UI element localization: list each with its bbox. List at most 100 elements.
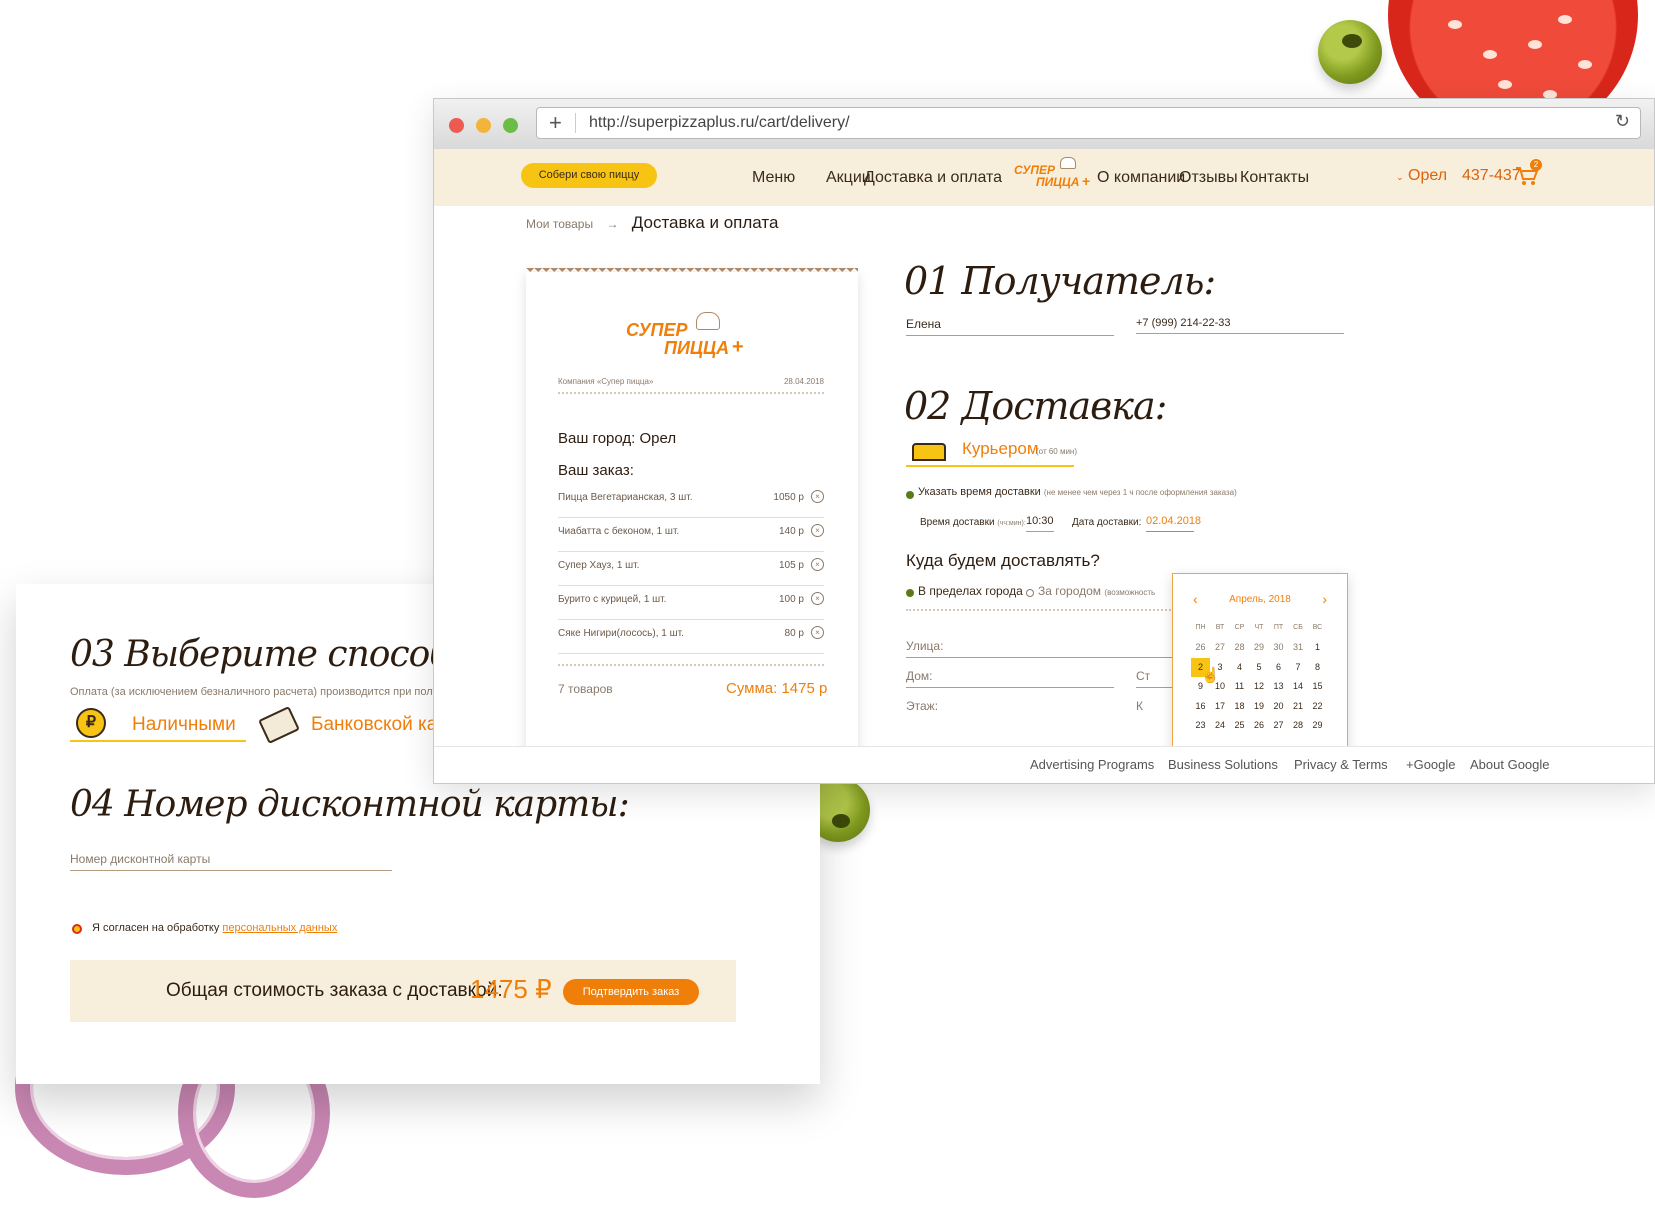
site-header: Собери свою пиццу Меню Акции Доставка и … <box>434 149 1654 206</box>
summary-label: Общая стоимость заказа с доставкой: <box>166 980 503 1001</box>
remove-item-icon[interactable]: × <box>811 626 824 639</box>
bank-card-icon <box>258 706 300 744</box>
payment-option-cash[interactable]: ₽ Наличными <box>70 708 246 742</box>
footer-link-business[interactable]: Business Solutions <box>1168 757 1278 772</box>
personal-data-link[interactable]: персональных данных <box>222 922 337 934</box>
calendar-day[interactable]: 7 <box>1289 658 1308 677</box>
remove-item-icon[interactable]: × <box>811 490 824 503</box>
nav-about[interactable]: О компании <box>1097 169 1185 187</box>
calendar-day[interactable]: 6 <box>1269 658 1288 677</box>
out-city-radio[interactable] <box>1026 589 1034 597</box>
calendar-day[interactable]: 29 <box>1308 716 1327 735</box>
payment-option-card[interactable]: Банковской карт <box>256 706 456 744</box>
cart-icon[interactable]: 2 <box>1514 159 1542 189</box>
calendar-day[interactable]: 28 <box>1289 716 1308 735</box>
breadcrumb-parent[interactable]: Мои товары <box>526 217 593 231</box>
calendar-day[interactable]: 27 <box>1211 638 1230 657</box>
browser-footer: Advertising Programs Business Solutions … <box>434 746 1654 783</box>
receipt-zigzag-edge <box>526 268 858 276</box>
confirm-order-button[interactable]: Подтвердить заказ <box>563 979 699 1005</box>
nav-reviews[interactable]: Отзывы <box>1179 169 1238 187</box>
footer-link-google-plus[interactable]: +Google <box>1406 757 1456 772</box>
nav-contacts[interactable]: Контакты <box>1240 169 1309 187</box>
nav-delivery-payment[interactable]: Доставка и оплата <box>864 169 1002 187</box>
phone-number[interactable]: 437-437 <box>1462 167 1521 185</box>
calendar-day[interactable]: 13 <box>1269 677 1288 696</box>
close-window-button[interactable] <box>449 118 464 133</box>
calendar-day[interactable]: 20 <box>1269 697 1288 716</box>
floor-input[interactable]: Этаж: <box>906 699 1114 717</box>
receipt-logo-line-2: ПИЦЦА <box>664 338 730 358</box>
calendar-day[interactable]: 14 <box>1289 677 1308 696</box>
remove-item-icon[interactable]: × <box>811 524 824 537</box>
footer-link-about[interactable]: About Google <box>1470 757 1550 772</box>
site-logo[interactable]: СУПЕР ПИЦЦА + <box>1014 157 1100 199</box>
build-pizza-button[interactable]: Собери свою пиццу <box>521 163 657 188</box>
calendar-day[interactable]: 24 <box>1211 716 1230 735</box>
remove-item-icon[interactable]: × <box>811 558 824 571</box>
calendar-weekday: ВС <box>1312 624 1323 631</box>
chef-hat-icon <box>1060 157 1076 169</box>
new-tab-plus-icon[interactable]: + <box>549 110 562 136</box>
calendar-day[interactable]: 19 <box>1250 697 1269 716</box>
calendar-day[interactable]: 8 <box>1308 658 1327 677</box>
delivery-time-input[interactable]: 10:30 <box>1026 515 1054 532</box>
maximize-window-button[interactable] <box>503 118 518 133</box>
calendar-day[interactable]: 30 <box>1269 638 1288 657</box>
calendar-day[interactable]: 23 <box>1191 716 1210 735</box>
calendar-day[interactable]: 26 <box>1250 716 1269 735</box>
delivery-method-courier[interactable]: Курьером (от 60 мин) <box>906 435 1077 467</box>
specify-time-radio[interactable] <box>906 491 914 499</box>
receipt-item: Сяке Нигири(лосось), 1 шт. 80 р × <box>558 618 824 654</box>
url-text[interactable]: http://superpizzaplus.ru/cart/delivery/ <box>589 114 850 132</box>
calendar-day[interactable]: 21 <box>1289 697 1308 716</box>
in-city-radio[interactable] <box>906 589 914 597</box>
item-qty: 1 шт. <box>656 526 680 537</box>
house-input[interactable]: Дом: <box>906 669 1114 688</box>
calendar-day[interactable]: 16 <box>1191 697 1210 716</box>
receipt-city: Ваш город: Орел <box>558 430 677 447</box>
nav-menu[interactable]: Меню <box>752 169 795 187</box>
calendar-day[interactable]: 5 <box>1250 658 1269 677</box>
calendar-day[interactable]: 26 <box>1191 638 1210 657</box>
calendar-day[interactable]: 15 <box>1308 677 1327 696</box>
item-qty: 1 шт. <box>616 560 640 571</box>
delivery-date-input[interactable]: 02.04.2018 <box>1146 515 1201 532</box>
item-qty: 1 шт. <box>661 628 684 639</box>
receipt-chef-hat-icon <box>696 312 720 330</box>
calendar-day[interactable]: 18 <box>1230 697 1249 716</box>
calendar-day[interactable]: 11 <box>1230 677 1249 696</box>
calendar-next-button[interactable]: › <box>1322 591 1327 607</box>
calendar-day[interactable]: 1 <box>1308 638 1327 657</box>
minimize-window-button[interactable] <box>476 118 491 133</box>
recipient-name-input[interactable]: Елена <box>906 317 1114 336</box>
calendar-day[interactable]: 29 <box>1250 638 1269 657</box>
where-title: Куда будем доставлять? <box>906 551 1100 570</box>
receipt-divider <box>558 664 824 666</box>
receipt-item: Супер Хауз, 1 шт. 105 р × <box>558 550 824 586</box>
receipt-item: Пицца Вегетарианская, 3 шт. 1050 р × <box>558 482 824 518</box>
recipient-phone-input[interactable]: +7 (999) 214-22-33 <box>1136 317 1344 334</box>
calendar-day[interactable]: 27 <box>1269 716 1288 735</box>
calendar-day[interactable]: 17 <box>1211 697 1230 716</box>
calendar-day[interactable]: 28 <box>1230 638 1249 657</box>
footer-link-advertising[interactable]: Advertising Programs <box>1030 757 1154 772</box>
cart-count-badge: 2 <box>1530 159 1542 171</box>
summary-amount: 1475 ₽ <box>470 974 552 1004</box>
calendar-day[interactable]: 4 <box>1230 658 1249 677</box>
calendar-day[interactable]: 25 <box>1230 716 1249 735</box>
calendar-day[interactable]: 12 <box>1250 677 1269 696</box>
city-selector[interactable]: ⌄ Орел <box>1396 167 1447 185</box>
calendar-day[interactable]: 31 <box>1289 638 1308 657</box>
consent-checkbox[interactable] <box>72 924 82 934</box>
order-summary-bar: Общая стоимость заказа с доставкой: 1475… <box>70 960 736 1022</box>
address-bar[interactable]: + http://superpizzaplus.ru/cart/delivery… <box>536 107 1641 139</box>
item-price: 100 р <box>778 594 804 605</box>
discount-card-input[interactable]: Номер дисконтной карты <box>70 852 392 871</box>
chevron-down-icon: ⌄ <box>1396 172 1404 182</box>
calendar-day[interactable]: 22 <box>1308 697 1327 716</box>
reload-icon[interactable]: ↻ <box>1615 111 1630 132</box>
footer-link-privacy[interactable]: Privacy & Terms <box>1294 757 1388 772</box>
receipt-logo-plus: + <box>732 336 744 358</box>
remove-item-icon[interactable]: × <box>811 592 824 605</box>
